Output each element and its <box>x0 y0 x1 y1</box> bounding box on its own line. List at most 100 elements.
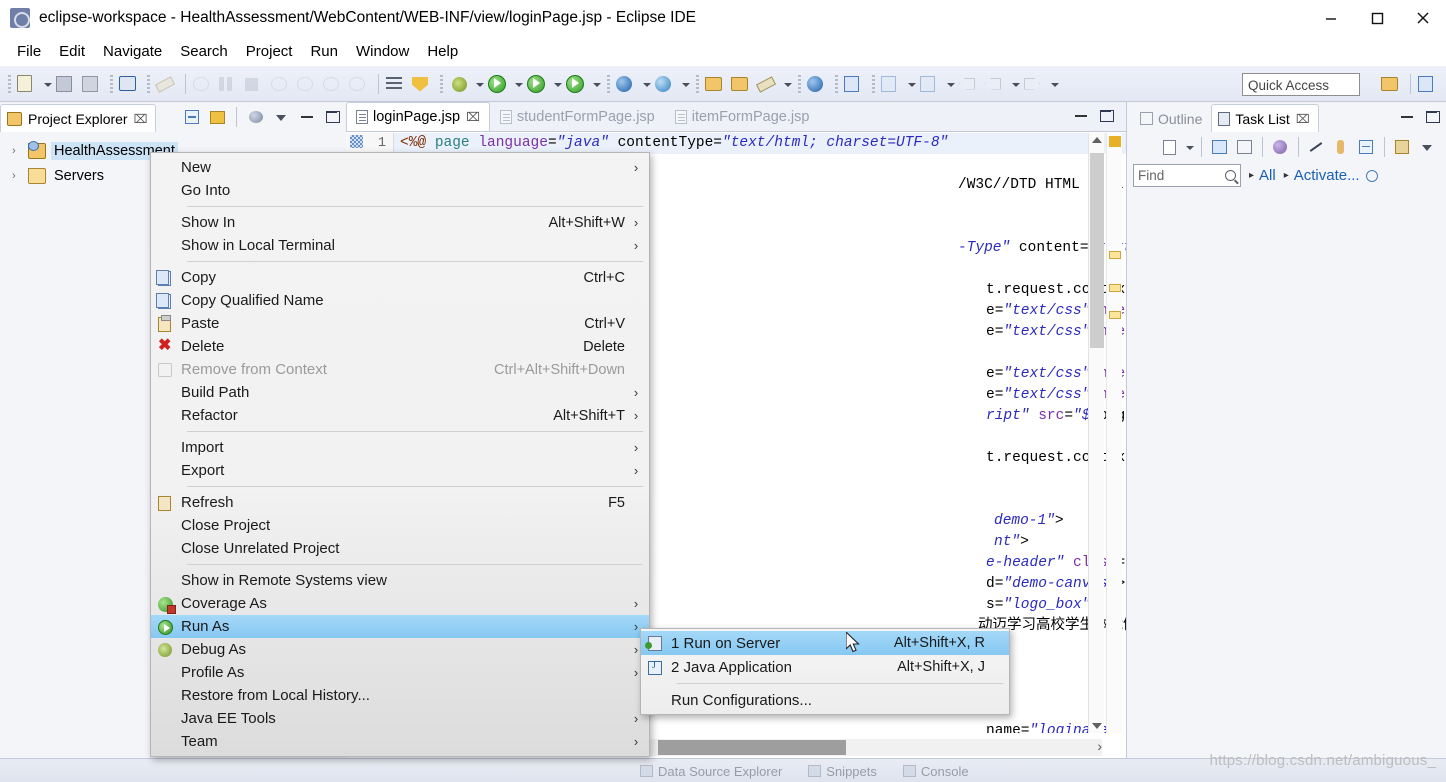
tab-task-list[interactable]: Task List ⌧ <box>1211 104 1319 132</box>
filter-activate[interactable]: ▸ Activate... <box>1284 167 1360 184</box>
menu-item-run-configurations[interactable]: Run Configurations...› <box>641 688 1009 712</box>
menu-item-refactor[interactable]: Refactor Alt+Shift+T › <box>151 404 649 427</box>
menu-project[interactable]: Project <box>237 40 302 63</box>
menu-item-close-unrelated-project[interactable]: Close Unrelated Project› <box>151 537 649 560</box>
collapse-all-icon[interactable] <box>182 107 202 127</box>
project-explorer-tab-close-icon[interactable]: ⌧ <box>134 112 148 126</box>
task-list-tab-close-icon[interactable]: ⌧ <box>1296 112 1310 126</box>
new-task-icon[interactable] <box>1160 137 1181 158</box>
new-dropdown-arrow[interactable] <box>42 73 53 95</box>
link-with-editor-icon[interactable] <box>208 107 228 127</box>
open-repository-task-icon[interactable] <box>1392 137 1413 158</box>
delete-task-icon[interactable] <box>1306 137 1327 158</box>
forward-dropdown-arrow[interactable] <box>1049 73 1060 95</box>
menu-item-debug-as[interactable]: Debug As › <box>151 638 649 661</box>
editor-tab-loginpage[interactable]: loginPage.jsp ⌧ <box>346 102 490 131</box>
new-server-icon[interactable] <box>119 73 141 95</box>
minimize-button[interactable] <box>1308 0 1354 36</box>
menu-item-2-java-application[interactable]: 2 Java ApplicationAlt+Shift+X, J› <box>641 655 1009 679</box>
toolbar-grip-4[interactable] <box>440 74 443 93</box>
menu-item-paste[interactable]: PasteCtrl+V› <box>151 312 649 335</box>
next-annotation-icon[interactable] <box>386 73 408 95</box>
terminate-icon[interactable] <box>245 73 267 95</box>
menu-window[interactable]: Window <box>347 40 418 63</box>
menu-run[interactable]: Run <box>301 40 347 63</box>
menu-item-build-path[interactable]: Build Path › <box>151 381 649 404</box>
toolbar-grip-6[interactable] <box>696 74 699 93</box>
new-class-dropdown-arrow[interactable] <box>680 73 691 95</box>
editor-vertical-scrollbar[interactable] <box>1088 133 1104 733</box>
find-input[interactable]: Find <box>1133 164 1241 187</box>
minimize-right-panel-icon[interactable] <box>1397 107 1417 127</box>
toolbar-grip-3[interactable] <box>147 74 150 93</box>
suspend-icon[interactable] <box>219 73 241 95</box>
java-ee-perspective-icon[interactable] <box>1418 73 1440 95</box>
menu-item-close-project[interactable]: Close Project› <box>151 514 649 537</box>
new-wizard-icon[interactable] <box>17 73 39 95</box>
import-dropdown-arrow[interactable] <box>906 73 917 95</box>
categorized-presentation-icon[interactable] <box>1209 137 1230 158</box>
editor-tab-close-icon[interactable]: ⌧ <box>466 110 480 124</box>
menu-item-profile-as[interactable]: Profile As › <box>151 661 649 684</box>
synchronize-changed-icon[interactable] <box>1331 137 1352 158</box>
step-into-icon[interactable] <box>297 73 319 95</box>
minimize-editor-icon[interactable] <box>1071 106 1091 126</box>
editor-overview-ruler[interactable] <box>1106 133 1122 733</box>
menu-item-team[interactable]: Team › <box>151 730 649 753</box>
filter-all[interactable]: ▸ All <box>1249 167 1276 184</box>
profile-dropdown-arrow[interactable] <box>591 73 602 95</box>
vertical-scroll-thumb[interactable] <box>1090 153 1104 348</box>
open-perspective-icon[interactable] <box>1381 73 1403 95</box>
menu-search[interactable]: Search <box>171 40 237 63</box>
warning-marker-icon[interactable] <box>1109 311 1121 319</box>
new-task-dropdown-arrow[interactable] <box>1184 136 1195 158</box>
scheduled-presentation-icon[interactable] <box>1234 137 1255 158</box>
scroll-up-arrow-icon[interactable] <box>1092 137 1102 143</box>
new-annotation-icon[interactable] <box>755 73 779 95</box>
back-history-icon[interactable] <box>959 73 981 95</box>
disconnect-icon[interactable] <box>271 73 293 95</box>
menu-item-new[interactable]: New › <box>151 156 649 179</box>
menu-item-1-run-on-server[interactable]: 1 Run on ServerAlt+Shift+X, R› <box>641 631 1009 655</box>
open-type-icon[interactable] <box>705 73 727 95</box>
menu-item-refresh[interactable]: RefreshF5› <box>151 491 649 514</box>
maximize-view-icon[interactable] <box>323 107 343 127</box>
view-filters-icon[interactable] <box>245 107 265 127</box>
back-dropdown-arrow[interactable] <box>1010 73 1021 95</box>
debug-icon[interactable] <box>449 73 471 95</box>
maximize-right-panel-icon[interactable] <box>1423 107 1443 127</box>
bottom-tab-snippets[interactable]: Snippets <box>808 764 877 779</box>
save-icon[interactable] <box>56 73 78 95</box>
maximize-button[interactable] <box>1354 0 1400 36</box>
export-deployment-icon[interactable] <box>844 73 866 95</box>
minimize-view-icon[interactable] <box>297 107 317 127</box>
menu-item-import[interactable]: Import › <box>151 436 649 459</box>
warning-marker-icon[interactable] <box>1109 251 1121 259</box>
scroll-down-arrow-icon[interactable] <box>1092 723 1102 729</box>
view-menu-icon[interactable] <box>271 107 291 127</box>
expander-icon[interactable]: › <box>12 145 28 157</box>
annotation-dropdown-arrow[interactable] <box>782 73 793 95</box>
previous-annotation-icon[interactable] <box>412 73 434 95</box>
tab-project-explorer[interactable]: Project Explorer ⌧ <box>0 104 157 132</box>
toolbar-grip-9[interactable] <box>872 74 875 93</box>
menu-item-show-in-remote-systems-view[interactable]: Show in Remote Systems view› <box>151 569 649 592</box>
skip-breakpoints-icon[interactable] <box>154 73 178 95</box>
menu-item-copy-qualified-name[interactable]: Copy Qualified Name› <box>151 289 649 312</box>
toolbar-grip-7[interactable] <box>798 74 801 93</box>
editor-tab-studentformpage[interactable]: studentFormPage.jsp <box>490 102 665 131</box>
toolbar-grip-2[interactable] <box>110 74 113 93</box>
collapse-all-tasks-icon[interactable] <box>1356 137 1377 158</box>
resume-icon[interactable] <box>193 73 215 95</box>
menu-item-export[interactable]: Export › <box>151 459 649 482</box>
menu-navigate[interactable]: Navigate <box>94 40 171 63</box>
tab-outline[interactable]: Outline <box>1133 104 1211 132</box>
menu-item-run-as[interactable]: Run As › <box>151 615 649 638</box>
menu-help[interactable]: Help <box>418 40 467 63</box>
search-icon[interactable] <box>1225 170 1236 181</box>
filter-more-icon[interactable] <box>1365 169 1378 182</box>
export-dropdown-arrow[interactable] <box>945 73 956 95</box>
coverage-dropdown-arrow[interactable] <box>552 73 563 95</box>
run-icon[interactable] <box>488 73 510 95</box>
toolbar-grip-8[interactable] <box>835 74 838 93</box>
